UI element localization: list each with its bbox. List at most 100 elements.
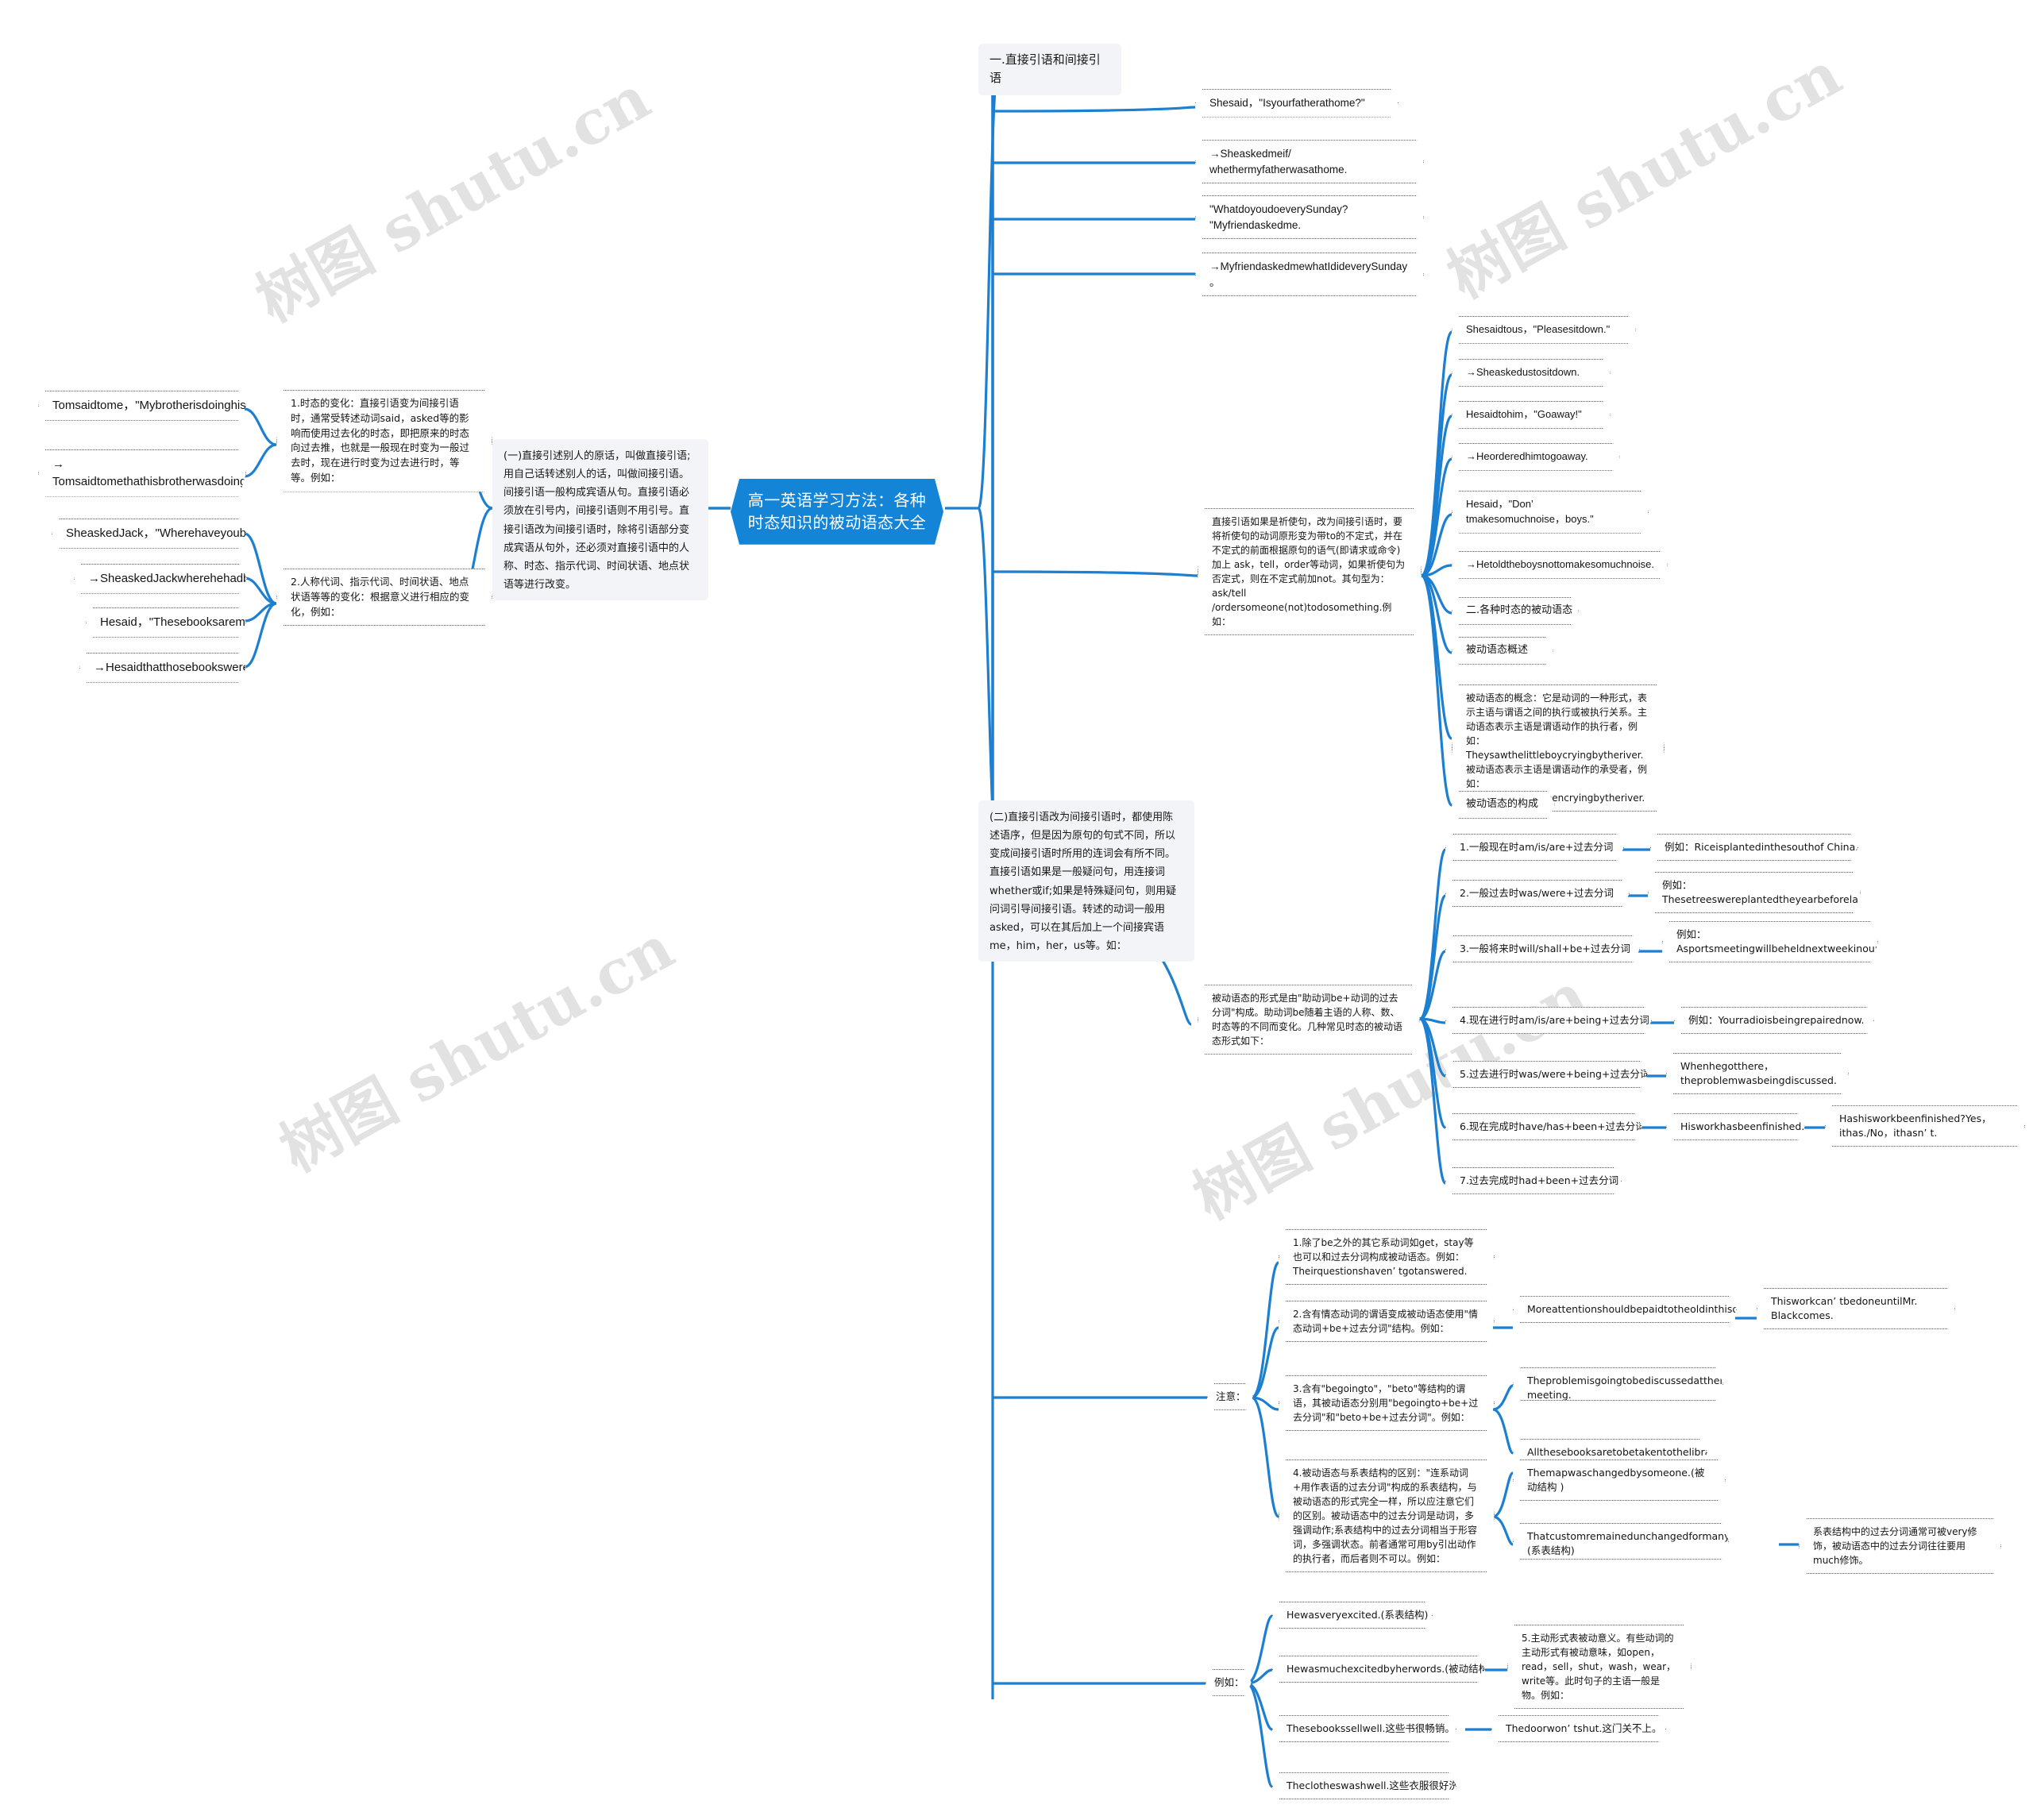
tense-t7-label: 7.过去完成时had+been+过去分词 [1445,1167,1622,1194]
section-two-title-label: 二.各种时态的被动语态 [1452,597,1579,625]
tense-t2-label: 2.一般过去时was/were+过去分词 [1445,880,1630,907]
left-branch-child-1-label: 1.时态的变化：直接引语变为间接引语时，通常受转述动词said，asked等的影… [276,390,492,492]
tense-t4-example-label: 例如：Yourradioisbeingrepairednow. [1674,1007,1874,1034]
imperative-example-i6[interactable]: →Hetoldtheboysnottomakesomuchnoise. [1452,551,1668,579]
left-leaf-l2[interactable]: → Tomsaidtomethathisbrotherwasdoinghisho… [38,449,246,497]
left-leaf-l3[interactable]: SheaskedJack，"Wherehaveyoubeen?" [52,519,246,549]
left-leaf-l1-label: Tomsaidtome，"Mybrotherisdoinghishomework… [38,391,246,421]
left-leaf-l6[interactable]: →Hesaidthatthosebookswerehis. [79,653,246,683]
right-branch-section-two[interactable]: (二)直接引语改为间接引语时，都使用陈述语序，但是因为原句的句式不同，所以变成间… [978,800,1194,962]
passive-formation-title[interactable]: 被动语态的构成 [1452,791,1555,819]
note-n3-example-a-label: Theproblemisgoingtobediscussedatthenext … [1513,1367,1723,1401]
root-label: 高一英语学习方法：各种时态知识的被动语态大全 [747,491,927,533]
example-e3-sub-label: Thedoorwon’ tshut.这门关不上。 [1491,1715,1666,1742]
left-branch-1[interactable]: (一)直接引述别人的原话，叫做直接引语;用自己话转述别人的话，叫做间接引语。间接… [492,439,708,601]
tense-t7[interactable]: 7.过去完成时had+been+过去分词 [1445,1167,1622,1194]
tense-t3-example[interactable]: 例如： Asportsmeetingwillbeheldnextweekinou… [1662,921,1878,962]
imperative-example-i1[interactable]: Shesaidtous，"Pleasesitdown." [1452,316,1636,344]
example-e2[interactable]: Hewasmuchexcitedbyherwords.(被动结构) [1272,1656,1485,1683]
note-n4-example-b[interactable]: Thatcustomremainedunchangedformanycentur… [1513,1523,1729,1560]
left-leaf-l1[interactable]: Tomsaidtome，"Mybrotherisdoinghishomework… [38,391,246,421]
example-e3[interactable]: Thesebookssellwell.这些书很畅销。 [1272,1715,1456,1742]
note-n1-label: 1.除了be之外的其它系动词如get，stay等也可以和过去分词构成被动语态。例… [1279,1229,1495,1285]
quote-example-q2-label: →Sheaskedmeif/ whethermyfatherwasathome. [1195,140,1424,183]
tense-t1[interactable]: 1.一般现在时am/is/are+过去分词 [1445,834,1624,861]
imperative-example-i2[interactable]: →Sheaskedustositdown. [1452,359,1611,387]
tense-t4[interactable]: 4.现在进行时am/is/are+being+过去分词 [1445,1007,1652,1034]
quote-example-q3-label: "WhatdoyoudoeverySunday? "Myfriendaskedm… [1195,195,1424,239]
imperative-example-i3[interactable]: Hesaidtohim，"Goaway!" [1452,401,1611,429]
note-n2-example[interactable]: Moreattentionshouldbepaidtotheoldinthiso… [1513,1296,1737,1323]
quote-example-q4-label: →MyfriendaskedmewhatIdideverySunday 。 [1195,253,1424,296]
passive-formation-title-label: 被动语态的构成 [1452,791,1555,819]
note-n3[interactable]: 3.含有"begoingto"，"beto"等结构的谓语，其被动语态分别用"be… [1279,1375,1495,1431]
note-n4-example-b-label: Thatcustomremainedunchangedformanycentur… [1513,1523,1729,1560]
note-n2-example-label: Moreattentionshouldbepaidtotheoldinthiso… [1513,1296,1737,1323]
tense-t4-example[interactable]: 例如：Yourradioisbeingrepairednow. [1674,1007,1874,1034]
imperative-rule[interactable]: 直接引语如果是祈使句，改为间接引语时，要将祈使句的动词原形变为带to的不定式，并… [1198,508,1422,635]
tense-t6-example[interactable]: Hisworkhasbeenfinished. [1666,1113,1805,1140]
note-n2-label: 2.含有情态动词的谓语变成被动语态使用"情态动词+be+过去分词"结构。例如： [1279,1301,1495,1342]
right-branch-section-one-label: 一.直接引语和间接引语 [989,52,1101,86]
imperative-example-i1-label: Shesaidtous，"Pleasesitdown." [1452,316,1636,344]
note-n2-subexample[interactable]: Thisworkcan’ tbedoneuntilMr. Blackcomes. [1757,1288,1955,1329]
imperative-example-i4-label: →Heorderedhimtogoaway. [1452,443,1620,471]
formation-rule[interactable]: 被动语态的形式是由"助动词be+动词的过去分词"构成。助动词be随着主语的人称、… [1198,985,1420,1055]
example-e2-label: Hewasmuchexcitedbyherwords.(被动结构) [1272,1656,1485,1683]
example-e2-note-label: 5.主动形式表被动意义。有些动词的主动形式有被动意味，如open，read，se… [1507,1625,1692,1709]
tense-t6[interactable]: 6.现在完成时have/has+been+过去分词 [1445,1113,1642,1140]
tense-t2-example[interactable]: 例如： Thesetreeswereplantedtheyearbeforela… [1648,872,1861,913]
imperative-example-i4[interactable]: →Heorderedhimtogoaway. [1452,443,1620,471]
watermark: 树图 shutu.cn [245,62,662,336]
watermark: 树图 shutu.cn [1436,38,1853,312]
quote-example-q3[interactable]: "WhatdoyoudoeverySunday? "Myfriendaskedm… [1195,195,1424,239]
tense-t5-example-label: Whenhegotthere， theproblemwasbeingdiscus… [1666,1053,1849,1094]
left-leaf-l5[interactable]: Hesaid，"Thesebooksaremine." [86,607,246,638]
root-node[interactable]: 高一英语学习方法：各种时态知识的被动语态大全 [731,479,943,545]
left-branch-child-2[interactable]: 2.人称代词、指示代词、时间状语、地点状语等等的变化：根据意义进行相应的变化，例… [276,569,492,626]
tense-t6-example-label: Hisworkhasbeenfinished. [1666,1113,1805,1140]
tense-t3[interactable]: 3.一般将来时will/shall+be+过去分词 [1445,935,1640,962]
example-e1-label: Hewasveryexcited.(系表结构) [1272,1602,1433,1629]
section-two-title[interactable]: 二.各种时态的被动语态 [1452,597,1579,625]
tense-t3-label: 3.一般将来时will/shall+be+过去分词 [1445,935,1640,962]
quote-example-q2[interactable]: →Sheaskedmeif/ whethermyfatherwasathome. [1195,140,1424,183]
tense-t4-label: 4.现在进行时am/is/are+being+过去分词 [1445,1007,1652,1034]
left-branch-child-1[interactable]: 1.时态的变化：直接引语变为间接引语时，通常受转述动词said，asked等的影… [276,390,492,492]
tense-t5[interactable]: 5.过去进行时was/were+being+过去分词 [1445,1061,1648,1088]
note-n1[interactable]: 1.除了be之外的其它系动词如get，stay等也可以和过去分词构成被动语态。例… [1279,1229,1495,1285]
notes-label[interactable]: 注意： [1207,1383,1253,1410]
tense-t2[interactable]: 2.一般过去时was/were+过去分词 [1445,880,1630,907]
example-e4[interactable]: Theclotheswashwell.这些衣服很好洗。 [1272,1772,1456,1799]
right-branch-section-one[interactable]: 一.直接引语和间接引语 [978,44,1121,95]
imperative-example-i5[interactable]: Hesaid，"Don’ tmakesomuchnoise，boys." [1452,491,1649,534]
note-n4-example-a[interactable]: Themapwaschangedbysomeone.(被动结构 ) [1513,1459,1726,1501]
example-e1[interactable]: Hewasveryexcited.(系表结构) [1272,1602,1433,1629]
tense-t5-example[interactable]: Whenhegotthere， theproblemwasbeingdiscus… [1666,1053,1849,1094]
note-n4[interactable]: 4.被动语态与系表结构的区别："连系动词+用作表语的过去分词"构成的系表结构，与… [1279,1459,1495,1572]
imperative-rule-label: 直接引语如果是祈使句，改为间接引语时，要将祈使句的动词原形变为带to的不定式，并… [1198,508,1422,635]
quote-example-q1[interactable]: Shesaid，"Isyourfatherathome?" [1195,89,1398,118]
left-leaf-l4-label: →SheaskedJackwherehehadbeen. [74,564,247,594]
tense-t6-example2[interactable]: Hashisworkbeenfinished?Yes，ithas./No，ith… [1825,1105,2025,1147]
quote-example-q4[interactable]: →MyfriendaskedmewhatIdideverySunday 。 [1195,253,1424,296]
tense-t1-example[interactable]: 例如：Riceisplantedinthesouthof China. [1650,834,1858,861]
passive-overview[interactable]: 被动语态概述 [1452,637,1553,665]
imperative-example-i6-label: →Hetoldtheboysnottomakesomuchnoise. [1452,551,1668,579]
tense-t1-example-label: 例如：Riceisplantedinthesouthof China. [1650,834,1858,861]
examples-group-label-text: 例如： [1206,1669,1252,1696]
right-branch-section-two-label: (二)直接引语改为间接引语时，都使用陈述语序，但是因为原句的句式不同，所以变成间… [989,812,1177,952]
examples-group-label[interactable]: 例如： [1206,1669,1252,1696]
example-e3-sub[interactable]: Thedoorwon’ tshut.这门关不上。 [1491,1715,1666,1742]
note-n4-subnote[interactable]: 系表结构中的过去分词通常可被very修饰，被动语态中的过去分词往往要用much修… [1799,1518,2001,1574]
example-e2-note[interactable]: 5.主动形式表被动意义。有些动词的主动形式有被动意味，如open，read，se… [1507,1625,1692,1709]
imperative-example-i5-label: Hesaid，"Don’ tmakesomuchnoise，boys." [1452,491,1649,534]
left-branch-child-2-label: 2.人称代词、指示代词、时间状语、地点状语等等的变化：根据意义进行相应的变化，例… [276,569,492,626]
note-n2[interactable]: 2.含有情态动词的谓语变成被动语态使用"情态动词+be+过去分词"结构。例如： [1279,1301,1495,1342]
note-n3-example-a[interactable]: Theproblemisgoingtobediscussedatthenext … [1513,1367,1723,1401]
imperative-example-i3-label: Hesaidtohim，"Goaway!" [1452,401,1611,429]
left-leaf-l4[interactable]: →SheaskedJackwherehehadbeen. [74,564,247,594]
tense-t2-example-label: 例如： Thesetreeswereplantedtheyearbeforela… [1648,872,1861,913]
notes-label-text: 注意： [1207,1383,1253,1410]
tense-t6-example2-label: Hashisworkbeenfinished?Yes，ithas./No，ith… [1825,1105,2025,1147]
